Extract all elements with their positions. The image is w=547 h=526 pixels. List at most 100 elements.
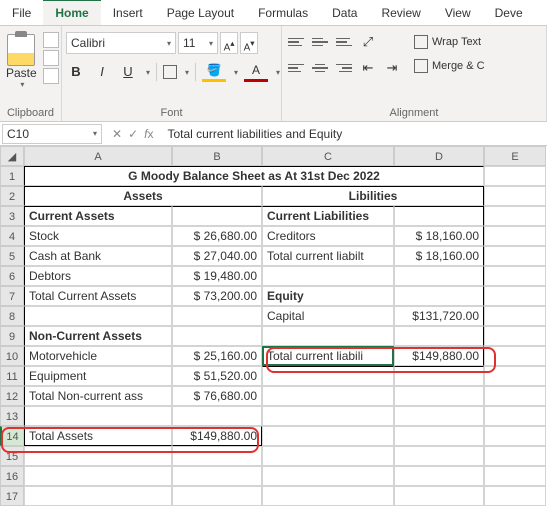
cell[interactable]: Total current liabilt <box>262 246 394 266</box>
row-header[interactable]: 3 <box>0 206 24 226</box>
row-header[interactable]: 10 <box>0 346 24 366</box>
cell[interactable] <box>172 486 262 506</box>
row-header[interactable]: 2 <box>0 186 24 206</box>
cell[interactable] <box>394 486 484 506</box>
cell[interactable] <box>172 306 262 326</box>
row-header[interactable]: 5 <box>0 246 24 266</box>
cell[interactable] <box>484 226 546 246</box>
font-color-button[interactable]: A <box>244 62 268 82</box>
cut-button[interactable] <box>43 32 59 48</box>
cell[interactable] <box>484 186 546 206</box>
cell[interactable] <box>484 466 546 486</box>
cell[interactable] <box>24 446 172 466</box>
row-header[interactable]: 7 <box>0 286 24 306</box>
cell[interactable] <box>262 466 394 486</box>
row-header[interactable]: 16 <box>0 466 24 486</box>
cell[interactable]: $ 25,160.00 <box>172 346 262 366</box>
cell[interactable] <box>262 266 394 286</box>
tab-formulas[interactable]: Formulas <box>246 1 320 25</box>
cell[interactable]: $ 18,160.00 <box>394 226 484 246</box>
tab-file[interactable]: File <box>0 1 43 25</box>
cell[interactable]: Creditors <box>262 226 394 246</box>
cell[interactable] <box>262 326 394 346</box>
cell[interactable] <box>262 406 394 426</box>
align-center-button[interactable] <box>310 59 330 77</box>
cell[interactable] <box>172 466 262 486</box>
select-all-corner[interactable]: ◢ <box>0 146 24 166</box>
align-bottom-button[interactable] <box>334 33 354 51</box>
borders-button[interactable] <box>163 65 177 79</box>
col-header-A[interactable]: A <box>24 146 172 166</box>
cell[interactable] <box>172 206 262 226</box>
cell[interactable] <box>172 326 262 346</box>
row-header[interactable]: 8 <box>0 306 24 326</box>
row-header[interactable]: 6 <box>0 266 24 286</box>
tab-developer[interactable]: Deve <box>483 1 535 25</box>
fill-color-button[interactable]: 🪣 <box>202 62 226 82</box>
cancel-formula-button[interactable]: ✕ <box>112 127 122 141</box>
tab-view[interactable]: View <box>433 1 483 25</box>
cell[interactable] <box>24 466 172 486</box>
cell[interactable]: $ 26,680.00 <box>172 226 262 246</box>
cell-selected[interactable]: Total current liabili <box>262 346 394 366</box>
col-header-B[interactable]: B <box>172 146 262 166</box>
cell[interactable]: $ 76,680.00 <box>172 386 262 406</box>
cell[interactable] <box>262 426 394 446</box>
cell[interactable] <box>484 486 546 506</box>
cell[interactable] <box>394 326 484 346</box>
cell[interactable]: $149,880.00 <box>172 426 262 446</box>
bold-button[interactable]: B <box>66 62 86 82</box>
row-header[interactable]: 17 <box>0 486 24 506</box>
name-box[interactable]: C10▾ <box>2 124 102 144</box>
cell[interactable]: Equipment <box>24 366 172 386</box>
accept-formula-button[interactable]: ✓ <box>128 127 138 141</box>
cell[interactable]: Motorvehicle <box>24 346 172 366</box>
tab-review[interactable]: Review <box>369 1 432 25</box>
wrap-text-button[interactable]: Wrap Text <box>414 32 485 52</box>
italic-button[interactable]: I <box>92 62 112 82</box>
cell[interactable] <box>24 486 172 506</box>
increase-font-button[interactable]: A▴ <box>220 32 238 54</box>
row-header[interactable]: 4 <box>0 226 24 246</box>
cell[interactable]: $131,720.00 <box>394 306 484 326</box>
row-header[interactable]: 15 <box>0 446 24 466</box>
cell[interactable] <box>394 366 484 386</box>
cell[interactable] <box>262 446 394 466</box>
tab-pagelayout[interactable]: Page Layout <box>155 1 246 25</box>
cell[interactable] <box>394 446 484 466</box>
cell[interactable] <box>262 486 394 506</box>
cell[interactable] <box>484 206 546 226</box>
col-header-C[interactable]: C <box>262 146 394 166</box>
row-header[interactable]: 13 <box>0 406 24 426</box>
increase-indent-button[interactable]: ⇥ <box>382 58 402 78</box>
cell[interactable] <box>484 246 546 266</box>
font-size-select[interactable]: 11▾ <box>178 32 218 54</box>
chevron-down-icon[interactable]: ▾ <box>185 68 189 77</box>
cell[interactable] <box>484 286 546 306</box>
row-header[interactable]: 9 <box>0 326 24 346</box>
cell[interactable]: Debtors <box>24 266 172 286</box>
row-header[interactable]: 1 <box>0 166 24 186</box>
row-header[interactable]: 14 <box>0 426 24 446</box>
cell[interactable] <box>484 406 546 426</box>
align-right-button[interactable] <box>334 59 354 77</box>
cell[interactable] <box>394 266 484 286</box>
format-painter-button[interactable] <box>43 68 59 84</box>
align-left-button[interactable] <box>286 59 306 77</box>
cell[interactable]: $ 18,160.00 <box>394 246 484 266</box>
cell-title[interactable]: G Moody Balance Sheet as At 31st Dec 202… <box>24 166 484 186</box>
cell[interactable] <box>24 306 172 326</box>
row-header[interactable]: 11 <box>0 366 24 386</box>
decrease-indent-button[interactable]: ⇤ <box>358 58 378 78</box>
cell[interactable] <box>484 326 546 346</box>
cell[interactable] <box>484 266 546 286</box>
orientation-button[interactable]: ⤢ <box>358 32 378 52</box>
cell[interactable] <box>484 446 546 466</box>
col-header-D[interactable]: D <box>394 146 484 166</box>
formula-bar[interactable]: Total current liabilities and Equity <box>161 124 547 144</box>
cell[interactable]: Capital <box>262 306 394 326</box>
cell[interactable] <box>484 346 546 366</box>
decrease-font-button[interactable]: A▾ <box>240 32 258 54</box>
cell[interactable]: Total Non-current ass <box>24 386 172 406</box>
row-header[interactable]: 12 <box>0 386 24 406</box>
